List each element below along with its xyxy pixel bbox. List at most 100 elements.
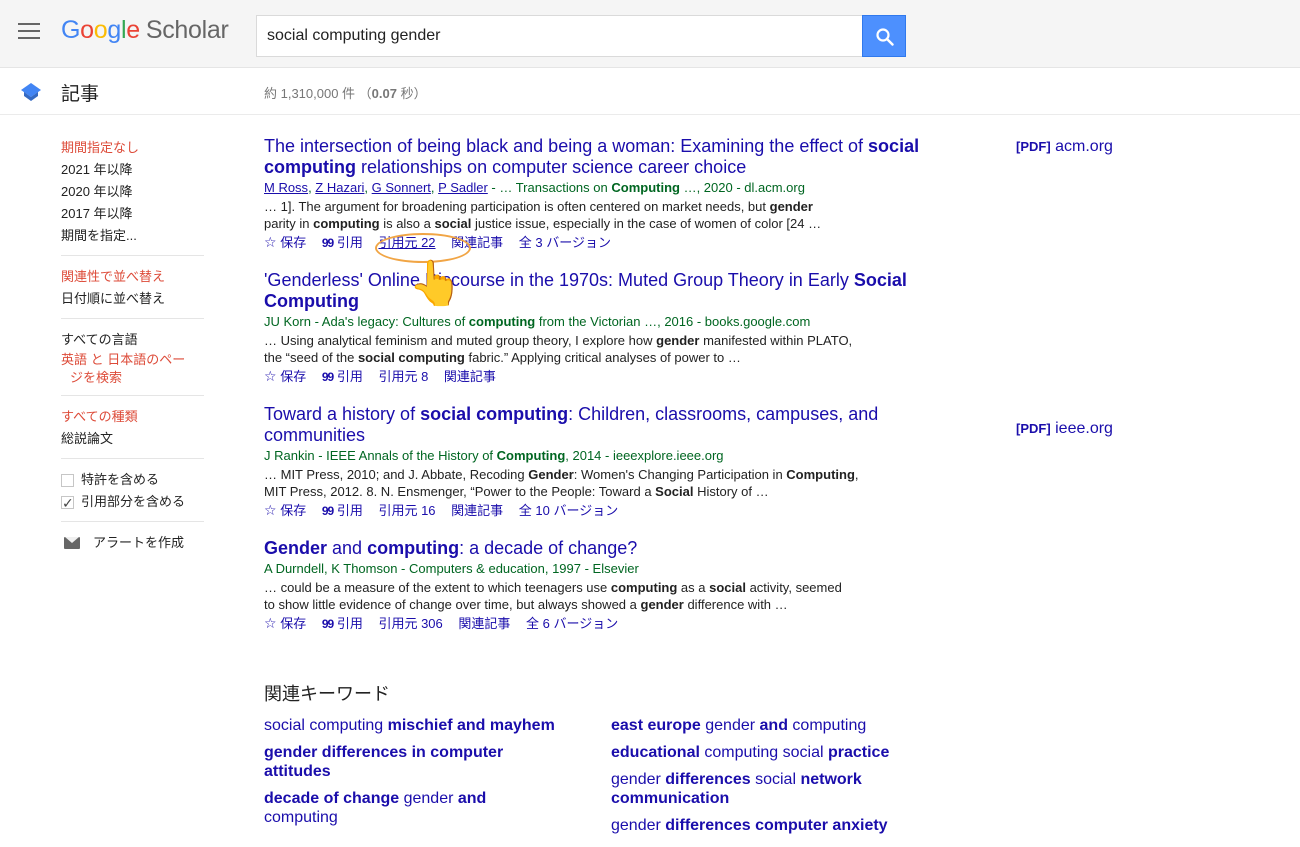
star-icon: ☆ bbox=[264, 368, 277, 384]
cite-button[interactable]: 99 引用 bbox=[322, 235, 363, 250]
related-articles-link[interactable]: 関連記事 bbox=[451, 503, 503, 518]
related-keyword[interactable]: decade of change gender and computing bbox=[264, 789, 504, 827]
divider bbox=[61, 521, 204, 522]
patents-checkbox[interactable] bbox=[61, 473, 74, 487]
author-link[interactable]: Z Hazari bbox=[315, 180, 364, 195]
save-button[interactable]: ☆ 保存 bbox=[264, 368, 306, 384]
related-keyword[interactable]: east europe gender and computing bbox=[611, 716, 931, 735]
divider bbox=[61, 458, 204, 459]
versions-link[interactable]: 全 10 バージョン bbox=[519, 503, 618, 518]
result-title[interactable]: The intersection of being black and bein… bbox=[264, 136, 924, 178]
result-title[interactable]: Toward a history of social computing: Ch… bbox=[264, 404, 924, 446]
cite-button[interactable]: 99 引用 bbox=[322, 369, 363, 384]
related-keywords-heading: 関連キーワード bbox=[264, 684, 390, 704]
include-citations-toggle[interactable]: 引用部分を含める bbox=[61, 491, 204, 514]
cited-by-link[interactable]: 引用元 8 bbox=[378, 369, 428, 384]
result-authors: J Rankin - IEEE Annals of the History of… bbox=[264, 448, 724, 463]
save-button[interactable]: ☆ 保存 bbox=[264, 234, 306, 250]
date-custom-range[interactable]: 期間を指定... bbox=[61, 225, 204, 247]
cited-by-link[interactable]: 引用元 16 bbox=[378, 503, 435, 518]
save-button[interactable]: ☆ 保存 bbox=[264, 502, 306, 518]
star-icon: ☆ bbox=[264, 615, 277, 631]
related-keyword[interactable]: gender differences social network commun… bbox=[611, 770, 881, 808]
versions-link[interactable]: 全 6 バージョン bbox=[526, 616, 618, 631]
result-title[interactable]: 'Genderless' Online Discourse in the 197… bbox=[264, 270, 924, 312]
related-keyword[interactable]: social computing mischief and mayhem bbox=[264, 716, 584, 735]
include-patents-toggle[interactable]: 特許を含める bbox=[61, 469, 204, 491]
search-input[interactable] bbox=[256, 15, 863, 57]
citations-label: 引用部分を含める bbox=[81, 494, 186, 509]
result-snippet: … could be a measure of the extent to wh… bbox=[264, 580, 842, 612]
pdf-link-acm[interactable]: [PDF] acm.org bbox=[1016, 138, 1113, 156]
result-authors: JU Korn - Ada's legacy: Cultures of comp… bbox=[264, 314, 811, 329]
result-item: 'Genderless' Online Discourse in the 197… bbox=[264, 270, 924, 386]
related-keyword[interactable]: gender differences computer anxiety bbox=[611, 816, 931, 835]
sort-by-relevance[interactable]: 関連性で並べ替え bbox=[61, 266, 204, 288]
mail-icon bbox=[64, 537, 80, 549]
result-item: Gender and computing: a decade of change… bbox=[264, 538, 924, 633]
save-button[interactable]: ☆ 保存 bbox=[264, 615, 306, 631]
result-actions: ☆ 保存 99 引用 引用元 8 関連記事 bbox=[264, 367, 924, 386]
related-articles-link[interactable]: 関連記事 bbox=[444, 369, 496, 384]
result-item: The intersection of being black and bein… bbox=[264, 136, 924, 252]
star-icon: ☆ bbox=[264, 234, 277, 250]
quote-icon: 99 bbox=[321, 236, 334, 250]
articles-label[interactable]: 記事 bbox=[61, 79, 99, 106]
divider bbox=[61, 255, 204, 256]
sub-header: 記事 約 1,310,000 件 （0.07 秒） bbox=[0, 69, 1300, 115]
patents-label: 特許を含める bbox=[81, 472, 160, 487]
result-authors: M Ross, Z Hazari, G Sonnert, P Sadler - … bbox=[264, 180, 805, 195]
divider bbox=[61, 318, 204, 319]
type-review-articles[interactable]: 総説論文 bbox=[61, 428, 204, 450]
citations-checkbox[interactable] bbox=[61, 492, 74, 514]
related-keywords-right: east europe gender and computing educati… bbox=[611, 716, 931, 843]
author-link[interactable]: G Sonnert bbox=[372, 180, 431, 195]
cited-by-link[interactable]: 引用元 306 bbox=[378, 616, 442, 631]
results-list: The intersection of being black and bein… bbox=[264, 136, 924, 651]
quote-icon: 99 bbox=[321, 370, 334, 384]
search-icon bbox=[876, 28, 894, 46]
date-since-2021[interactable]: 2021 年以降 bbox=[61, 159, 204, 181]
cite-button[interactable]: 99 引用 bbox=[322, 503, 363, 518]
sort-by-date[interactable]: 日付順に並べ替え bbox=[61, 288, 204, 310]
result-title[interactable]: Gender and computing: a decade of change… bbox=[264, 538, 924, 559]
result-snippet: … MIT Press, 2010; and J. Abbate, Recodi… bbox=[264, 467, 859, 499]
cite-button[interactable]: 99 引用 bbox=[322, 616, 363, 631]
type-all[interactable]: すべての種類 bbox=[61, 406, 204, 428]
result-authors: A Durndell, K Thomson - Computers & educ… bbox=[264, 561, 639, 576]
star-icon: ☆ bbox=[264, 502, 277, 518]
top-header: Google Scholar bbox=[0, 0, 1300, 68]
result-actions: ☆ 保存 99 引用 引用元 16 関連記事 全 10 バージョン bbox=[264, 501, 924, 520]
result-item: Toward a history of social computing: Ch… bbox=[264, 404, 924, 520]
quote-icon: 99 bbox=[321, 504, 334, 518]
author-link[interactable]: P Sadler bbox=[438, 180, 488, 195]
result-snippet: … 1]. The argument for broadening partic… bbox=[264, 199, 822, 231]
lang-en-ja[interactable]: 英語 と 日本語のペー ジを検索 bbox=[61, 351, 204, 387]
related-keywords-left: social computing mischief and mayhem gen… bbox=[264, 716, 584, 835]
pointing-hand-icon: 👆 bbox=[408, 259, 463, 308]
date-since-2020[interactable]: 2020 年以降 bbox=[61, 181, 204, 203]
lang-all[interactable]: すべての言語 bbox=[61, 329, 204, 351]
quote-icon: 99 bbox=[321, 617, 334, 631]
divider bbox=[61, 395, 204, 396]
result-snippet: … Using analytical feminism and muted gr… bbox=[264, 333, 853, 365]
logo-scholar-text: Scholar bbox=[145, 16, 229, 44]
hamburger-menu-icon[interactable] bbox=[18, 23, 42, 43]
related-keyword[interactable]: educational computing social practice bbox=[611, 743, 931, 762]
versions-link[interactable]: 全 3 バージョン bbox=[519, 235, 611, 250]
related-articles-link[interactable]: 関連記事 bbox=[458, 616, 510, 631]
result-actions: ☆ 保存 99 引用 引用元 22 関連記事 全 3 バージョン bbox=[264, 233, 924, 252]
google-scholar-logo[interactable]: Google Scholar bbox=[61, 16, 229, 45]
result-actions: ☆ 保存 99 引用 引用元 306 関連記事 全 6 バージョン bbox=[264, 614, 924, 633]
author-link[interactable]: M Ross bbox=[264, 180, 308, 195]
create-alert-label: アラートを作成 bbox=[93, 535, 185, 550]
articles-icon bbox=[21, 83, 41, 101]
date-since-2017[interactable]: 2017 年以降 bbox=[61, 203, 204, 225]
results-count: 約 1,310,000 件 （0.07 秒） bbox=[264, 86, 427, 101]
filter-sidebar: 期間指定なし 2021 年以降 2020 年以降 2017 年以降 期間を指定.… bbox=[61, 137, 204, 554]
date-any-time[interactable]: 期間指定なし bbox=[61, 137, 204, 159]
search-button[interactable] bbox=[862, 15, 906, 57]
related-keyword[interactable]: gender differences in computer attitudes bbox=[264, 743, 534, 781]
create-alert-link[interactable]: アラートを作成 bbox=[61, 532, 204, 554]
pdf-link-ieee[interactable]: [PDF] ieee.org bbox=[1016, 420, 1113, 438]
